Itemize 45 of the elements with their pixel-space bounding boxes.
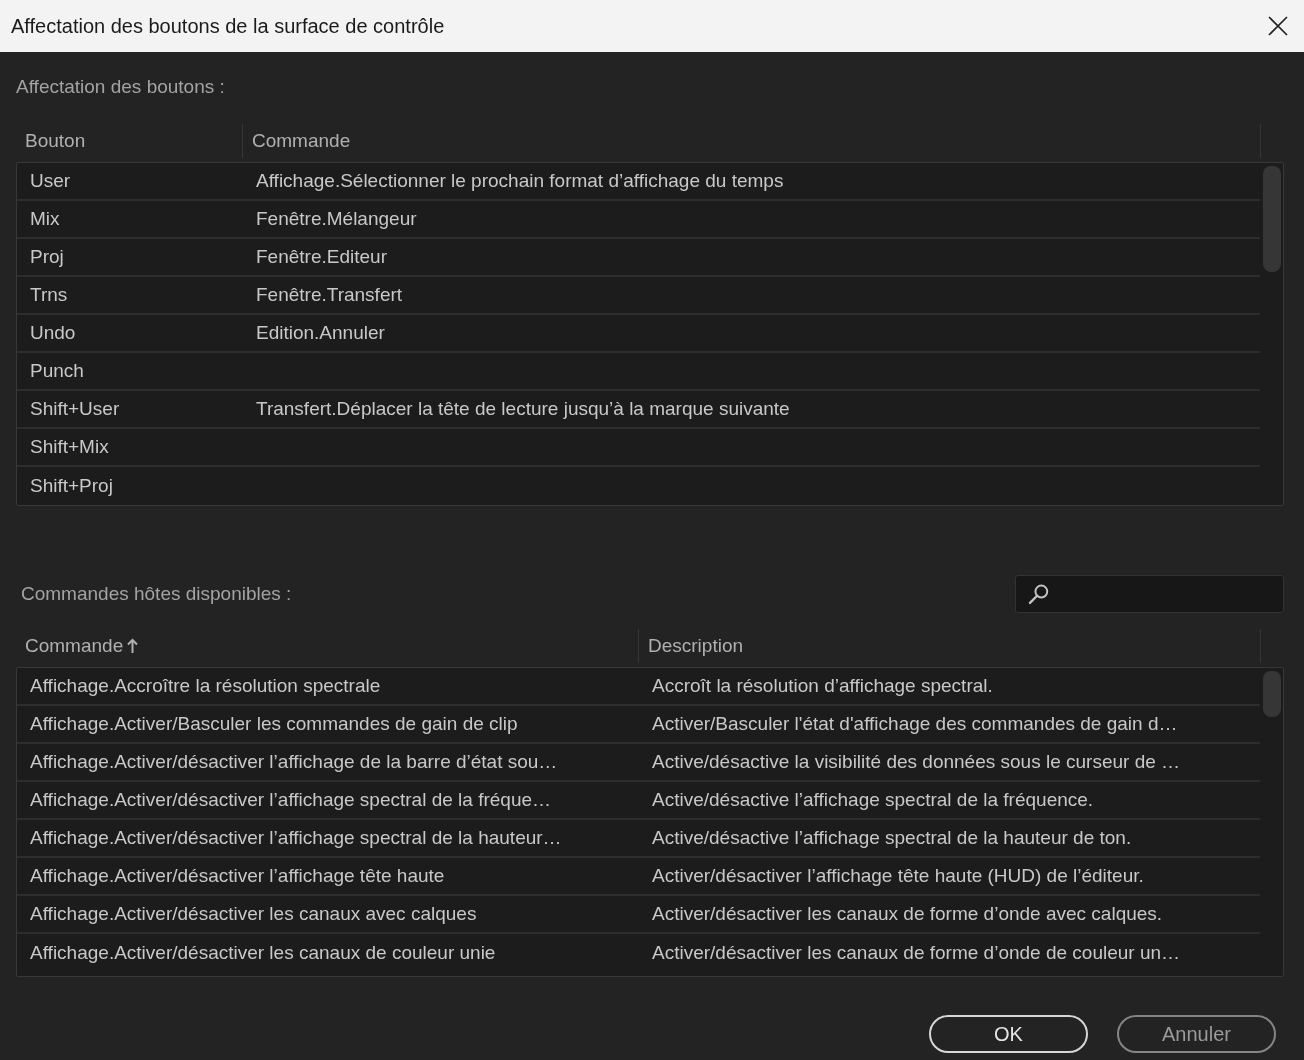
- button-name-cell: Undo: [30, 321, 76, 343]
- cancel-button[interactable]: Annuler: [1117, 1015, 1276, 1053]
- command-cell: Edition.Annuler: [256, 321, 385, 343]
- command-cell: Affichage.Activer/désactiver l’affichage spectral de la fréque…: [30, 788, 552, 810]
- description-cell: Activer/désactiver les canaux de forme d’onde avec calques.: [652, 902, 1163, 924]
- search-icon: [1028, 583, 1050, 605]
- description-cell: Activer/Basculer l'état d'affichage des commandes de gain d…: [652, 712, 1178, 734]
- description-cell: Active/désactive l’affichage spectral de la fréquence.: [652, 788, 1094, 810]
- command-cell: Affichage.Sélectionner le prochain format d’affichage du temps: [256, 169, 784, 191]
- close-icon: [1268, 16, 1288, 36]
- command-cell: Affichage.Accroître la résolution spectrale: [30, 674, 381, 696]
- command-cell: Affichage.Activer/désactiver l’affichage de la barre d’état sou…: [30, 750, 558, 772]
- column-header[interactable]: Description: [648, 631, 744, 661]
- column-header[interactable]: Bouton: [25, 126, 86, 156]
- command-cell: Affichage.Activer/Basculer les commandes de gain de clip: [30, 712, 518, 734]
- section-label: Commandes hôtes disponibles :: [21, 582, 292, 606]
- button-name-cell: User: [30, 169, 71, 191]
- command-cell: Affichage.Activer/désactiver les canaux de couleur unie: [30, 941, 496, 963]
- description-cell: Active/désactive la visibilité des données sous le curseur de …: [652, 750, 1181, 772]
- button-name-cell: Shift+User: [30, 397, 120, 419]
- command-cell: Affichage.Activer/désactiver l’affichage tête haute: [30, 864, 445, 886]
- window-title: Affectation des boutons de la surface de contrôle: [11, 14, 445, 39]
- section-label: Affectation des boutons :: [16, 76, 225, 97]
- button-name-cell: Trns: [30, 283, 68, 305]
- description-cell: Accroît la résolution d’affichage spectral.: [652, 674, 993, 696]
- description-cell: Activer/désactiver l’affichage tête haute (HUD) de l’éditeur.: [652, 864, 1144, 886]
- button-name-cell: Mix: [30, 207, 60, 229]
- scrollbar-thumb[interactable]: [1263, 671, 1281, 717]
- column-header[interactable]: Commande: [252, 126, 351, 156]
- command-cell: Transfert.Déplacer la tête de lecture jusqu’à la marque suivante: [256, 397, 790, 419]
- search-field[interactable]: [1015, 575, 1284, 613]
- description-cell: Activer/désactiver les canaux de forme d’onde de couleur un…: [652, 941, 1181, 963]
- button-name-cell: Shift+Mix: [30, 435, 109, 457]
- command-cell: Affichage.Activer/désactiver l’affichage spectral de la hauteur…: [30, 826, 562, 848]
- button-name-cell: Proj: [30, 245, 64, 267]
- command-cell: Affichage.Activer/désactiver les canaux avec calques: [30, 902, 477, 924]
- ok-button[interactable]: OK: [929, 1015, 1088, 1053]
- button-name-cell: Punch: [30, 359, 84, 381]
- command-cell: Fenêtre.Editeur: [256, 245, 387, 267]
- scrollbar-thumb[interactable]: [1263, 166, 1281, 272]
- column-header[interactable]: Commande: [25, 631, 124, 661]
- command-cell: Fenêtre.Mélangeur: [256, 207, 417, 229]
- command-cell: Fenêtre.Transfert: [256, 283, 403, 305]
- description-cell: Active/désactive l’affichage spectral de la hauteur de ton.: [652, 826, 1132, 848]
- button-name-cell: Shift+Proj: [30, 474, 113, 496]
